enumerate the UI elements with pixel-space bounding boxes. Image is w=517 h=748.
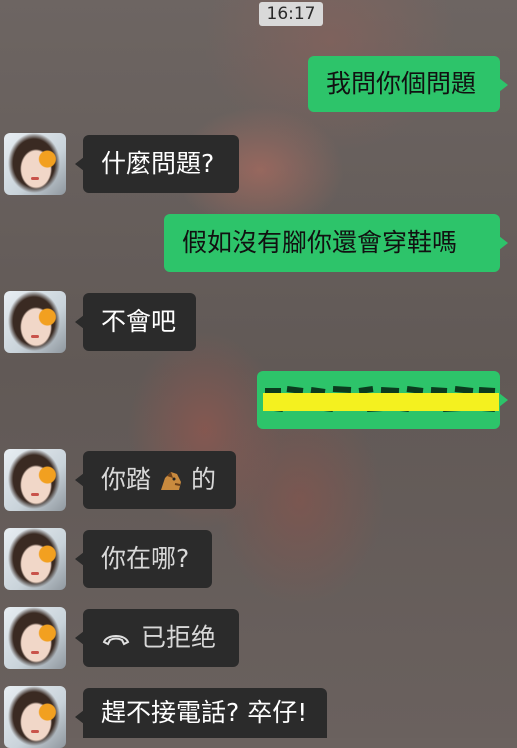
avatar[interactable] — [4, 291, 66, 353]
declined-call-icon — [102, 635, 130, 646]
timestamp: 16:17 — [259, 2, 323, 26]
avatar[interactable] — [4, 449, 66, 511]
incoming-message[interactable]: 你在哪? — [75, 530, 212, 588]
message-text: 你踏 — [101, 465, 152, 494]
outgoing-message[interactable]: 假如沒有腳你還會穿鞋嗎 — [164, 214, 508, 272]
message-text: 不會吧 — [101, 307, 177, 336]
message-text: 已拒绝 — [141, 623, 217, 652]
message-text: 你在哪? — [101, 544, 190, 573]
incoming-message[interactable]: 不會吧 — [75, 293, 196, 351]
message-text: 趕不接電話? 卒仔! — [101, 698, 308, 727]
avatar[interactable] — [4, 686, 66, 748]
message-text: 的 — [191, 465, 217, 494]
redaction-bar — [263, 393, 499, 411]
avatar[interactable] — [4, 607, 66, 669]
avatar[interactable] — [4, 528, 66, 590]
incoming-message[interactable]: 趕不接電話? 卒仔! — [75, 688, 327, 738]
outgoing-message[interactable]: 我問你個問題 — [308, 56, 508, 112]
avatar[interactable] — [4, 133, 66, 195]
incoming-message[interactable]: 你踏 的 — [75, 451, 236, 509]
message-text: 什麼問題? — [101, 149, 215, 178]
message-text: 我問你個問題 — [326, 69, 477, 98]
horse-emoji — [161, 472, 182, 490]
incoming-message[interactable]: 什麼問題? — [75, 135, 239, 193]
message-text: 假如沒有腳你還會穿鞋嗎 — [182, 228, 458, 257]
declined-call-message[interactable]: 已拒绝 — [75, 609, 239, 667]
